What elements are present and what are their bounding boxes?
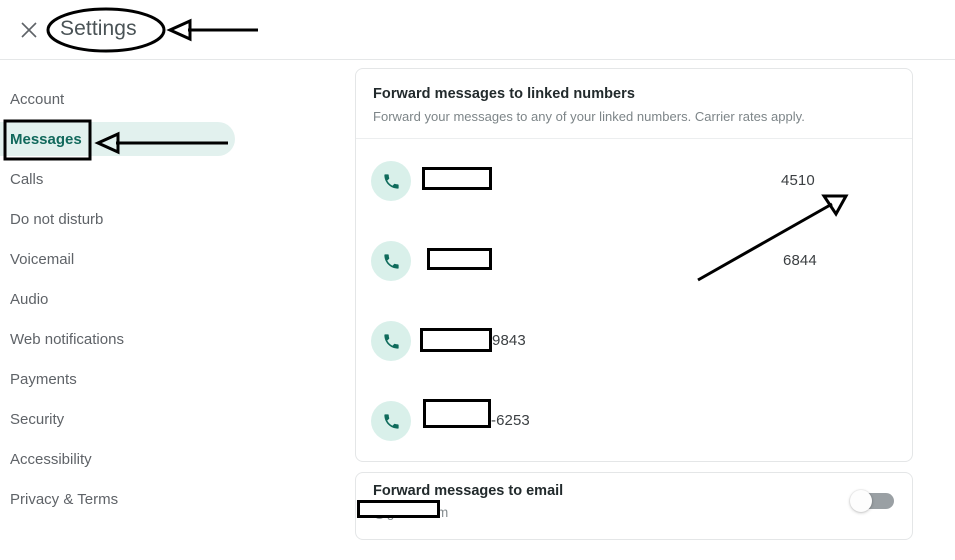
sidebar-item-calls[interactable]: Calls xyxy=(0,162,43,196)
card-title: Forward messages to linked numbers xyxy=(373,86,635,102)
sidebar-item-audio[interactable]: Audio xyxy=(0,282,48,316)
sidebar-item-account[interactable]: Account xyxy=(0,82,64,116)
settings-sidebar: Account Messages Calls Do not disturb Vo… xyxy=(0,60,340,560)
phone-number-text: -6253 xyxy=(491,412,530,429)
sidebar-item-security[interactable]: Security xyxy=(0,402,64,436)
page-title: Settings xyxy=(60,17,137,40)
card-subtitle: Forward your messages to any of your lin… xyxy=(373,109,805,124)
window-header: Settings xyxy=(0,0,955,60)
sidebar-item-web-notifications[interactable]: Web notifications xyxy=(0,322,124,356)
sidebar-item-payments[interactable]: Payments xyxy=(0,362,77,396)
toggle-knob xyxy=(850,490,872,512)
phone-icon xyxy=(371,401,411,441)
sidebar-item-voicemail[interactable]: Voicemail xyxy=(0,242,74,276)
redaction-box xyxy=(427,248,492,270)
redaction-box xyxy=(420,328,492,352)
sidebar-item-accessibility[interactable]: Accessibility xyxy=(0,442,92,476)
phone-icon xyxy=(371,241,411,281)
redaction-box xyxy=(423,399,491,428)
phone-number-text: 4510 xyxy=(781,172,815,189)
sidebar-item-messages[interactable]: Messages xyxy=(0,122,235,156)
email-card-title: Forward messages to email xyxy=(373,483,564,499)
forward-email-toggle[interactable] xyxy=(850,490,894,512)
settings-window: Settings Account Messages Calls Do not d… xyxy=(0,0,955,560)
close-icon[interactable] xyxy=(16,17,42,43)
sidebar-item-privacy-terms[interactable]: Privacy & Terms xyxy=(0,482,118,516)
phone-number-text: 9843 xyxy=(492,332,526,349)
phone-icon xyxy=(371,321,411,361)
redaction-box xyxy=(357,500,440,518)
phone-icon xyxy=(371,161,411,201)
sidebar-item-do-not-disturb[interactable]: Do not disturb xyxy=(0,202,103,236)
card-header: Forward messages to linked numbers Forwa… xyxy=(356,69,912,139)
redaction-box xyxy=(422,167,492,190)
phone-number-text: 6844 xyxy=(783,252,817,269)
